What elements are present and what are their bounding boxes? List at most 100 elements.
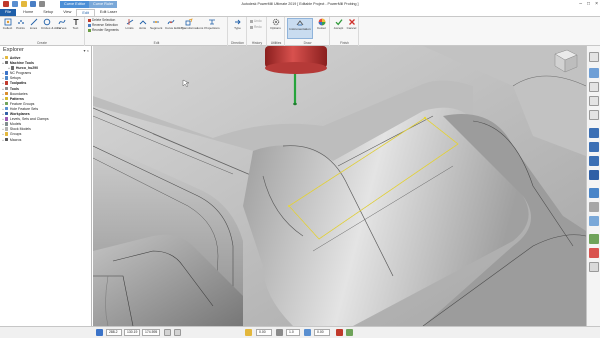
delete-selection-button[interactable]: Delete Selection bbox=[88, 18, 115, 22]
tool-icon bbox=[5, 86, 9, 90]
tab-edit[interactable]: Edit bbox=[76, 9, 95, 16]
redo-button[interactable]: Redo bbox=[250, 25, 262, 29]
curve-editing-icon bbox=[167, 19, 174, 25]
toolpath-icon bbox=[5, 81, 9, 85]
view-top-icon[interactable] bbox=[589, 68, 599, 78]
shaded-icon[interactable] bbox=[589, 188, 599, 198]
machine-icon bbox=[5, 61, 9, 65]
grid-icon[interactable] bbox=[164, 329, 171, 336]
tab-view[interactable]: View bbox=[58, 9, 76, 16]
view-right-icon[interactable] bbox=[589, 96, 599, 106]
ribbon-group-label: Edit bbox=[153, 41, 160, 45]
options-button[interactable]: Options bbox=[270, 18, 281, 38]
status-field-2[interactable]: 1.0 bbox=[286, 329, 300, 336]
points-button[interactable]: Points bbox=[15, 18, 26, 38]
explorer-item-label: Levels, Sets and Clamps bbox=[9, 117, 49, 122]
status-field-3[interactable]: 0.00 bbox=[314, 329, 330, 336]
explorer-title: Explorer ▾ × bbox=[3, 47, 89, 53]
pattern-start-marker[interactable] bbox=[288, 205, 290, 207]
coord-x: 288.2 bbox=[106, 329, 122, 336]
coord-y: 130.19 bbox=[124, 329, 140, 336]
snap-icon[interactable] bbox=[174, 329, 181, 336]
points-icon bbox=[17, 20, 24, 24]
workplane-status-icon[interactable] bbox=[96, 329, 103, 336]
tab-setup[interactable]: Setup bbox=[38, 9, 58, 16]
stock-icon[interactable] bbox=[589, 248, 599, 258]
model-icon bbox=[5, 122, 9, 126]
stock-status-icon[interactable] bbox=[336, 329, 343, 336]
view-iso-icon[interactable] bbox=[589, 52, 599, 62]
pin-icon[interactable]: ▾ bbox=[84, 48, 86, 53]
transformations-button[interactable]: Transformations bbox=[181, 18, 203, 38]
limits-icon bbox=[126, 19, 133, 25]
level-icon[interactable] bbox=[589, 234, 599, 244]
group-icon bbox=[5, 132, 9, 136]
explorer-item-label: Models bbox=[9, 122, 22, 127]
explorer-tree: + Active + Machine Tools + Hurco_hu290 + NC Pro… bbox=[1, 56, 91, 143]
window-title: Autodesk PowerMill Ultimate 2019 [ Edita… bbox=[241, 2, 359, 6]
thickness-icon[interactable] bbox=[304, 329, 311, 336]
view-left-icon[interactable] bbox=[589, 110, 599, 120]
status-field-1[interactable]: 0.00 bbox=[256, 329, 272, 336]
feature-icon bbox=[5, 101, 9, 106]
segment-button[interactable]: Segment bbox=[150, 18, 162, 38]
close-icon[interactable]: × bbox=[87, 48, 89, 53]
direction-icon bbox=[234, 19, 241, 25]
tab-file[interactable]: File bbox=[0, 9, 17, 16]
view-front-icon[interactable] bbox=[589, 82, 599, 92]
select-icon[interactable] bbox=[589, 262, 599, 272]
collect-button[interactable]: Collect bbox=[2, 18, 13, 38]
macro-icon bbox=[5, 137, 9, 141]
cancel-button[interactable]: Cancel bbox=[346, 18, 357, 38]
ribbon-group-draw: Instrumentation Colour Draw bbox=[286, 17, 330, 46]
ribbon-group-history: Undo Redo History bbox=[248, 17, 267, 46]
tolerance-icon[interactable] bbox=[276, 329, 283, 336]
graphics-viewport[interactable] bbox=[93, 46, 586, 326]
explorer-item[interactable]: + Macros bbox=[1, 137, 91, 143]
joins-button[interactable]: Joins bbox=[137, 18, 148, 38]
accept-button[interactable]: Accept bbox=[333, 18, 344, 38]
limits-button[interactable]: Limits bbox=[124, 18, 135, 38]
explorer-item-label: Groups bbox=[9, 132, 22, 137]
stock-icon bbox=[5, 127, 9, 131]
undo-button[interactable]: Undo bbox=[250, 19, 262, 23]
checkmark-icon bbox=[335, 19, 343, 26]
projections-button[interactable]: Projections bbox=[204, 18, 220, 38]
type-button[interactable]: Type bbox=[232, 18, 243, 38]
pattern-end-marker[interactable] bbox=[423, 116, 427, 120]
levels-icon bbox=[5, 117, 9, 121]
tab-edit-laser[interactable]: Edit Laser bbox=[95, 9, 122, 16]
check-status-icon[interactable] bbox=[346, 329, 353, 336]
zoom-icon[interactable] bbox=[589, 128, 599, 138]
explorer-panel: Explorer ▾ × + Active + Machine Tools + Hurco… bbox=[0, 46, 92, 326]
workplane-icon bbox=[5, 112, 9, 116]
curve-icon bbox=[58, 19, 65, 25]
minimize-button[interactable]: – bbox=[579, 1, 582, 8]
explorer-item-label: Tools bbox=[9, 86, 19, 91]
reverse-selection-button[interactable]: Reverse Selection bbox=[88, 23, 118, 27]
ribbon-group-label: Utilities bbox=[270, 41, 282, 45]
curves-button[interactable]: Curves bbox=[56, 18, 67, 38]
maximize-button[interactable]: □ bbox=[587, 1, 590, 8]
lines-button[interactable]: Lines bbox=[28, 18, 39, 38]
pan-icon[interactable] bbox=[589, 156, 599, 166]
text-button[interactable]: Text bbox=[70, 18, 81, 38]
wireframe-icon[interactable] bbox=[589, 202, 599, 212]
tab-home[interactable]: Home bbox=[18, 9, 38, 16]
section-icon[interactable] bbox=[589, 216, 599, 226]
colour-button[interactable]: Colour bbox=[315, 18, 328, 38]
machine-icon bbox=[11, 66, 15, 70]
ribbon-tabs: File Home Setup View Edit Edit Laser bbox=[0, 9, 600, 17]
curve-editing-button[interactable]: Curve Editing bbox=[165, 18, 184, 38]
rotate-icon[interactable] bbox=[589, 170, 599, 180]
close-button[interactable]: × bbox=[595, 1, 598, 8]
pattern-icon bbox=[5, 96, 9, 101]
program-icon bbox=[5, 71, 9, 75]
part-model-view[interactable] bbox=[93, 46, 586, 326]
tool-status-icon[interactable] bbox=[245, 329, 252, 336]
text-icon bbox=[73, 18, 78, 25]
zoom-fit-icon[interactable] bbox=[589, 142, 599, 152]
instrumentation-button[interactable]: Instrumentation bbox=[287, 18, 313, 39]
circles-arcs-button[interactable]: Circles & Arcs bbox=[41, 18, 60, 38]
reorder-segments-button[interactable]: Reorder Segments bbox=[88, 28, 119, 32]
